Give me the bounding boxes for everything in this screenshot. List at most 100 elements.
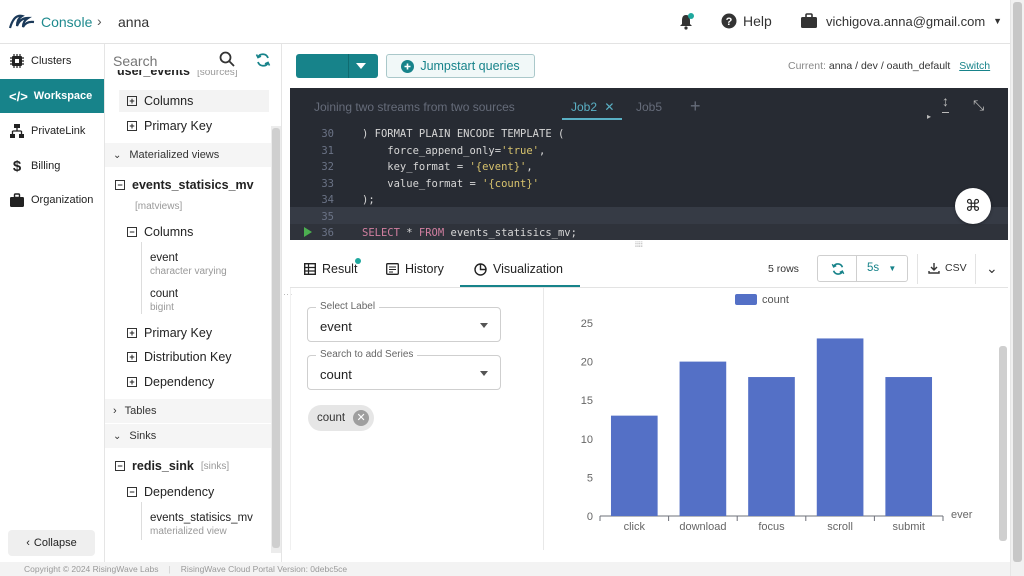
user-menu[interactable]: vichigova.anna@gmail.com ▼: [800, 13, 1002, 29]
mv-name[interactable]: − events_statisics_mv: [115, 178, 254, 192]
expand-icon: +: [127, 352, 137, 362]
code-line[interactable]: 36 SELECT * FROM events_statisics_mv;: [290, 225, 1008, 242]
code-line[interactable]: 34);: [290, 192, 1008, 209]
sink-name[interactable]: − redis_sink [sinks]: [115, 459, 229, 473]
nav-item-clusters[interactable]: Clusters: [0, 44, 104, 78]
remove-chip-icon[interactable]: ✕: [353, 410, 370, 426]
add-tab-icon[interactable]: +: [690, 96, 701, 117]
nav-item-privatelink[interactable]: PrivateLink: [0, 114, 104, 148]
source-name-partial[interactable]: user_events [sources]: [117, 70, 238, 78]
page-scrollbar[interactable]: [1010, 0, 1024, 576]
chevron-down-icon: ⌄: [113, 149, 122, 161]
mv-primary-key[interactable]: + Primary Key: [127, 326, 212, 340]
bar: [816, 338, 864, 516]
tab-history[interactable]: History: [386, 262, 444, 276]
briefcase-icon: [10, 192, 24, 207]
code-line[interactable]: 33 value_format = '{count}': [290, 176, 1008, 193]
code-line[interactable]: 32 key_format = '{event}',: [290, 159, 1008, 176]
section-sinks[interactable]: ⌄ Sinks: [105, 424, 271, 448]
column-count[interactable]: count: [150, 288, 178, 300]
code-line[interactable]: 31 force_append_only='true',: [290, 143, 1008, 160]
section-tables[interactable]: › Tables: [105, 399, 271, 423]
footer: Copyright © 2024 RisingWave Labs | Risin…: [0, 562, 1010, 576]
x-tick-label: click: [624, 521, 646, 533]
tab-visualization[interactable]: Visualization: [474, 262, 563, 276]
viz-scrollbar[interactable]: [999, 346, 1007, 541]
chevron-right-icon: ›: [97, 13, 102, 29]
schema-scrollbar[interactable]: [271, 126, 281, 553]
nav-item-organization[interactable]: Organization: [0, 183, 104, 217]
code-line[interactable]: 35: [290, 209, 1008, 226]
sink-dependency[interactable]: − Dependency: [127, 485, 214, 499]
help-button[interactable]: ? Help: [721, 13, 772, 29]
code-line[interactable]: 30) FORMAT PLAIN ENCODE TEMPLATE (: [290, 126, 1008, 143]
column-event[interactable]: event: [150, 252, 178, 264]
tree-primary-key[interactable]: + Primary Key: [127, 119, 212, 133]
caret-down-icon[interactable]: [480, 323, 488, 328]
dependency-name[interactable]: events_statisics_mv: [150, 512, 253, 524]
bell-icon[interactable]: [677, 13, 695, 34]
switch-link[interactable]: Switch: [959, 60, 990, 72]
nav-item-billing[interactable]: $ Billing: [0, 149, 104, 183]
jumpstart-queries-button[interactable]: Jumpstart queries: [386, 54, 535, 78]
run-line-icon[interactable]: [304, 227, 312, 237]
section-materialized-views[interactable]: ⌄ Materialized views: [105, 143, 271, 167]
sql-editor[interactable]: Joining two streams from two sources Job…: [290, 88, 1008, 249]
user-email: vichigova.anna@gmail.com: [826, 13, 986, 29]
search-icon[interactable]: [219, 51, 235, 67]
column-event-type: character varying: [150, 266, 227, 277]
caret-down-icon[interactable]: [356, 63, 366, 69]
editor-resize-handle[interactable]: ⁞⁞⁞⁞: [635, 242, 643, 249]
briefcase-icon: [801, 13, 817, 28]
select-label-field[interactable]: Select Label event: [307, 301, 501, 342]
code-token: '{count}': [482, 177, 540, 190]
nav-item-workspace[interactable]: </> Workspace: [0, 79, 104, 113]
chevron-down-icon[interactable]: ⌄: [986, 260, 998, 277]
chevron-down-icon: ⌄: [113, 430, 122, 442]
refresh-interval-select[interactable]: 5s ▼: [867, 262, 896, 274]
current-context: Current: anna / dev / oauth_default Swit…: [788, 60, 991, 72]
minimize-icon[interactable]: ⤡: [973, 97, 984, 114]
breadcrumb-org[interactable]: anna: [118, 14, 149, 30]
tab-joining-streams[interactable]: Joining two streams from two sources: [314, 100, 515, 114]
collapse-icon: −: [127, 227, 137, 237]
panel-resize-handle[interactable]: ⋮: [283, 290, 293, 299]
editor-tabs: Joining two streams from two sources Job…: [290, 88, 1008, 126]
collapse-button[interactable]: ‹ Collapse: [8, 530, 95, 556]
line-number: 35: [321, 210, 334, 223]
csv-export-button[interactable]: CSV: [928, 262, 967, 274]
chevron-left-icon: ‹: [26, 537, 30, 549]
series-chip-count[interactable]: count ✕: [308, 405, 374, 431]
current-context-value: anna / dev / oauth_default: [828, 60, 951, 72]
x-tick-label: scroll: [827, 521, 853, 533]
table-icon: [304, 263, 316, 275]
schema-search-input[interactable]: [113, 52, 223, 70]
y-tick-label: 25: [581, 318, 593, 330]
close-icon: ✕: [604, 100, 615, 114]
expand-icon: +: [127, 328, 137, 338]
refresh-icon[interactable]: [255, 52, 271, 68]
tab-job2[interactable]: Job2 ✕: [571, 100, 614, 114]
mv-distribution-key[interactable]: + Distribution Key: [127, 350, 232, 364]
tree-columns[interactable]: + Columns: [127, 94, 193, 108]
risingwave-logo[interactable]: [8, 10, 36, 32]
refresh-icon[interactable]: [831, 262, 845, 276]
x-axis-label: ever: [951, 509, 973, 521]
mv-columns[interactable]: − Columns: [127, 225, 193, 239]
line-number: 36: [321, 227, 334, 240]
expand-vertical-icon[interactable]: ↕ ⎯: [942, 94, 949, 118]
code-token: events_statisics_mv;: [444, 227, 577, 240]
tab-result[interactable]: Result: [304, 258, 361, 276]
series-search-field[interactable]: Search to add Series count: [307, 349, 501, 390]
run-button[interactable]: [296, 54, 378, 78]
legend-label: count: [762, 294, 789, 306]
tab-scroll-right-icon[interactable]: ▸: [927, 112, 931, 121]
bar: [885, 377, 933, 516]
pie-chart-icon: [474, 262, 487, 276]
tab-job5[interactable]: Job5: [636, 100, 662, 114]
command-icon[interactable]: ⌘: [955, 188, 991, 224]
console-link[interactable]: Console: [41, 14, 92, 30]
caret-down-icon[interactable]: [480, 371, 488, 376]
mv-dependency[interactable]: + Dependency: [127, 375, 214, 389]
line-number: 30: [321, 128, 334, 141]
